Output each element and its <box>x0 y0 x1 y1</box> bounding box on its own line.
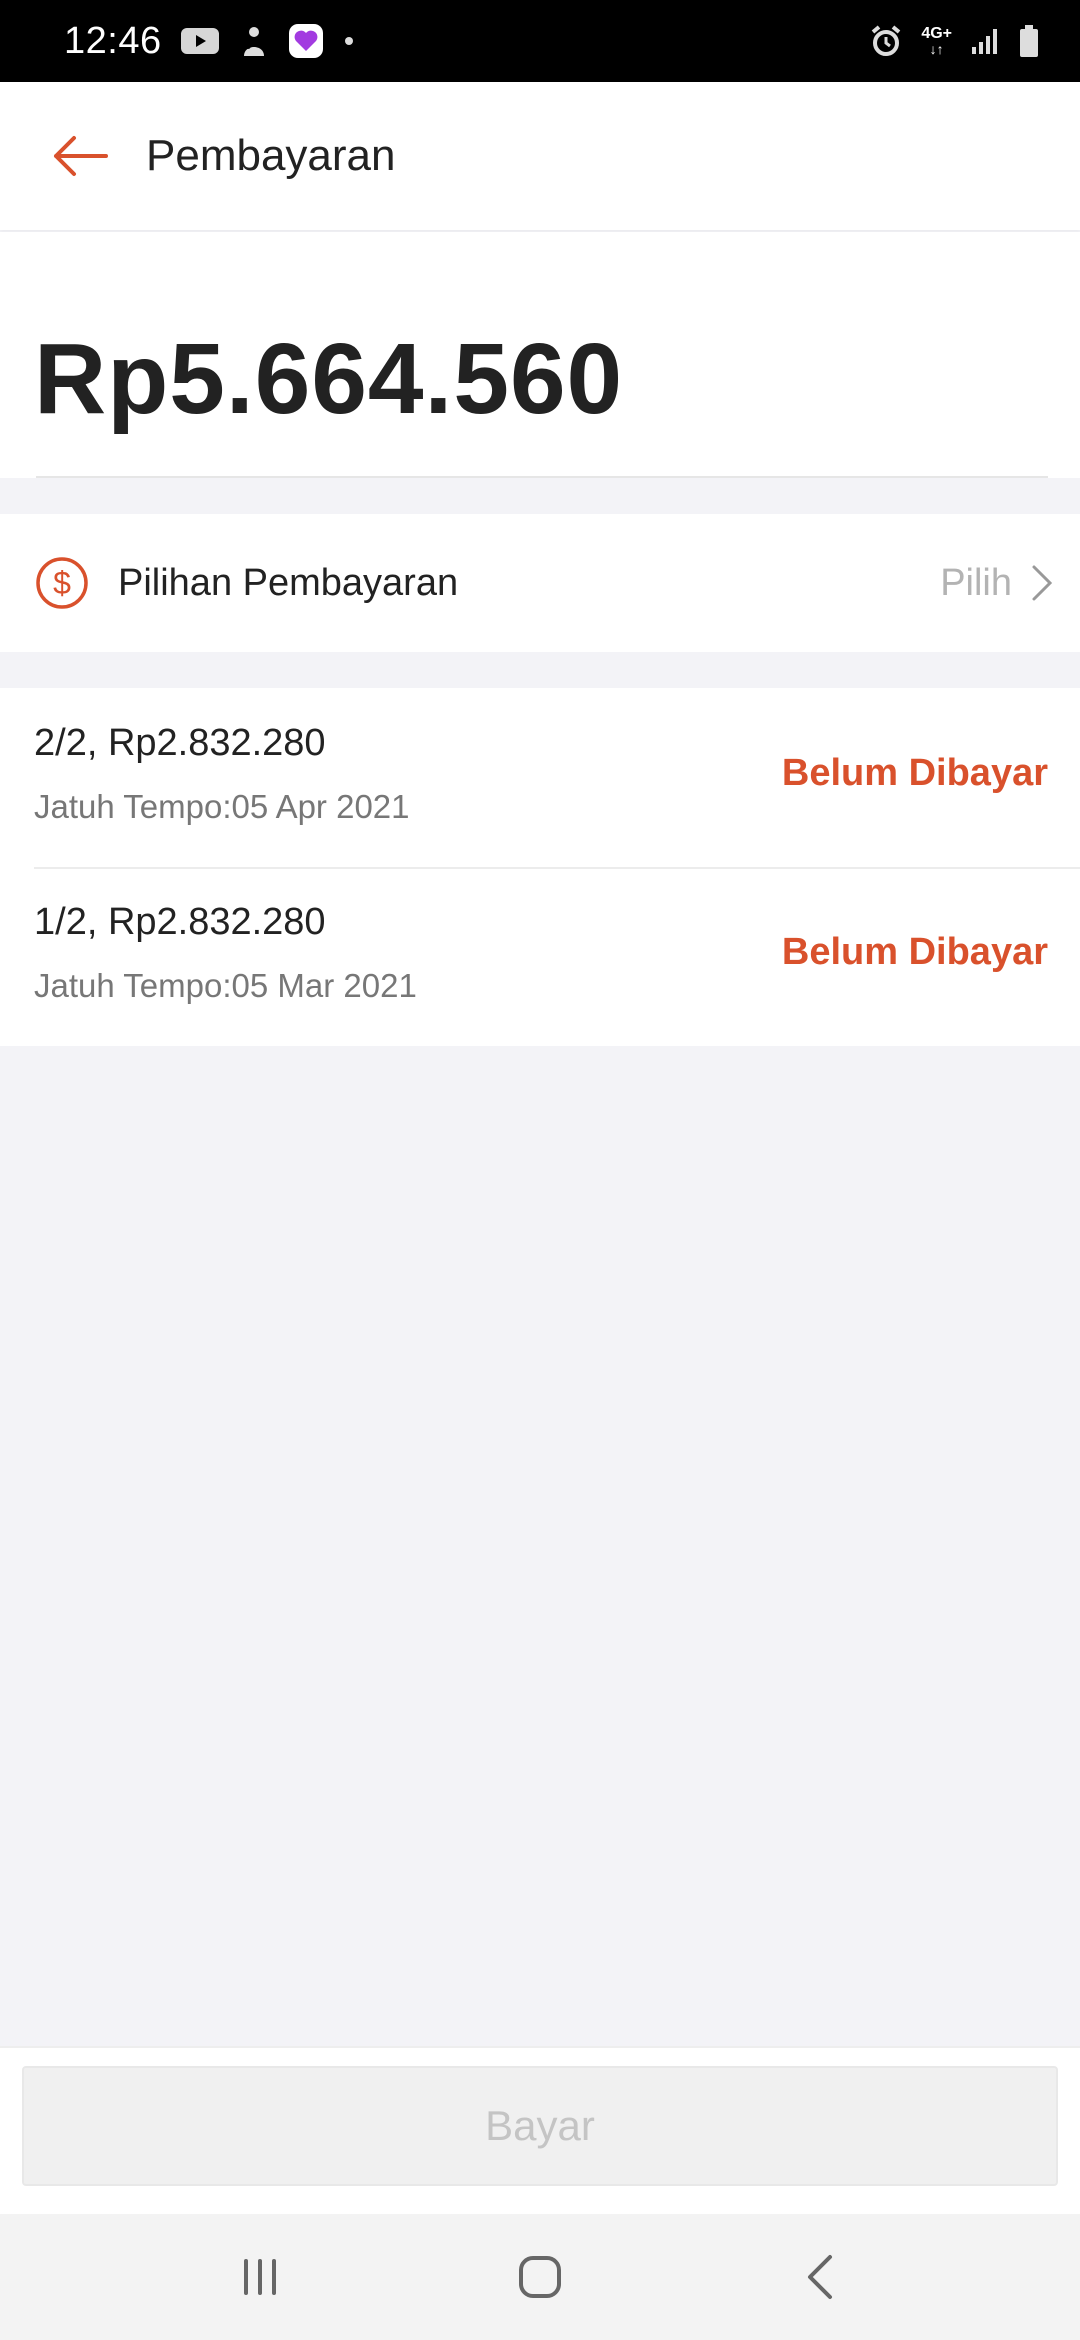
installment-due-date: Jatuh Tempo:05 Mar 2021 <box>34 967 417 1004</box>
network-indicator: 4G+ ↓↑ <box>921 25 952 57</box>
back-nav-button[interactable] <box>770 2227 870 2327</box>
installment-row[interactable]: 1/2, Rp2.832.280 Jatuh Tempo:05 Mar 2021… <box>0 867 1080 1046</box>
recent-apps-button[interactable] <box>210 2227 310 2327</box>
installment-amount: 2/2, Rp2.832.280 <box>34 722 326 764</box>
heart-app-icon <box>288 23 324 59</box>
signal-icon <box>970 27 1000 55</box>
installment-amount: 1/2, Rp2.832.280 <box>34 901 326 943</box>
home-icon <box>519 2256 561 2298</box>
back-arrow-icon <box>54 136 108 176</box>
installment-due-date: Jatuh Tempo:05 Apr 2021 <box>34 788 410 825</box>
page-title: Pembayaran <box>146 131 396 180</box>
back-button[interactable] <box>30 106 130 206</box>
dollar-circle-icon: $ <box>34 555 90 611</box>
installment-list: 2/2, Rp2.832.280 Jatuh Tempo:05 Apr 2021… <box>0 688 1080 1046</box>
payment-option-label: Pilihan Pembayaran <box>118 561 459 604</box>
status-bar: 12:46 4G+ ↓↑ <box>0 0 1080 82</box>
notification-app-icon <box>238 24 270 58</box>
chevron-right-icon <box>1030 563 1054 603</box>
recent-apps-icon <box>244 2259 276 2295</box>
battery-icon <box>1018 24 1040 58</box>
dot-icon <box>342 34 356 48</box>
installment-row[interactable]: 2/2, Rp2.832.280 Jatuh Tempo:05 Apr 2021… <box>0 688 1080 867</box>
amount-section: Rp5.664.560 <box>0 232 1080 478</box>
alarm-icon <box>869 24 903 58</box>
status-time: 12:46 <box>64 19 162 62</box>
back-nav-icon <box>808 2255 832 2299</box>
payment-option-row[interactable]: $ Pilihan Pembayaran Pilih <box>0 514 1080 652</box>
system-nav-bar <box>0 2214 1080 2340</box>
bottom-bar: Bayar <box>0 2046 1080 2214</box>
installment-status: Belum Dibayar <box>781 931 1048 973</box>
installment-status: Belum Dibayar <box>781 752 1048 794</box>
payment-option-choose: Pilih <box>940 561 1012 604</box>
youtube-icon <box>180 26 220 56</box>
total-amount: Rp5.664.560 <box>34 323 624 435</box>
divider <box>36 476 1048 478</box>
pay-button[interactable]: Bayar <box>22 2066 1058 2186</box>
svg-text:$: $ <box>53 565 71 601</box>
home-button[interactable] <box>490 2227 590 2327</box>
app-bar: Pembayaran <box>0 82 1080 230</box>
